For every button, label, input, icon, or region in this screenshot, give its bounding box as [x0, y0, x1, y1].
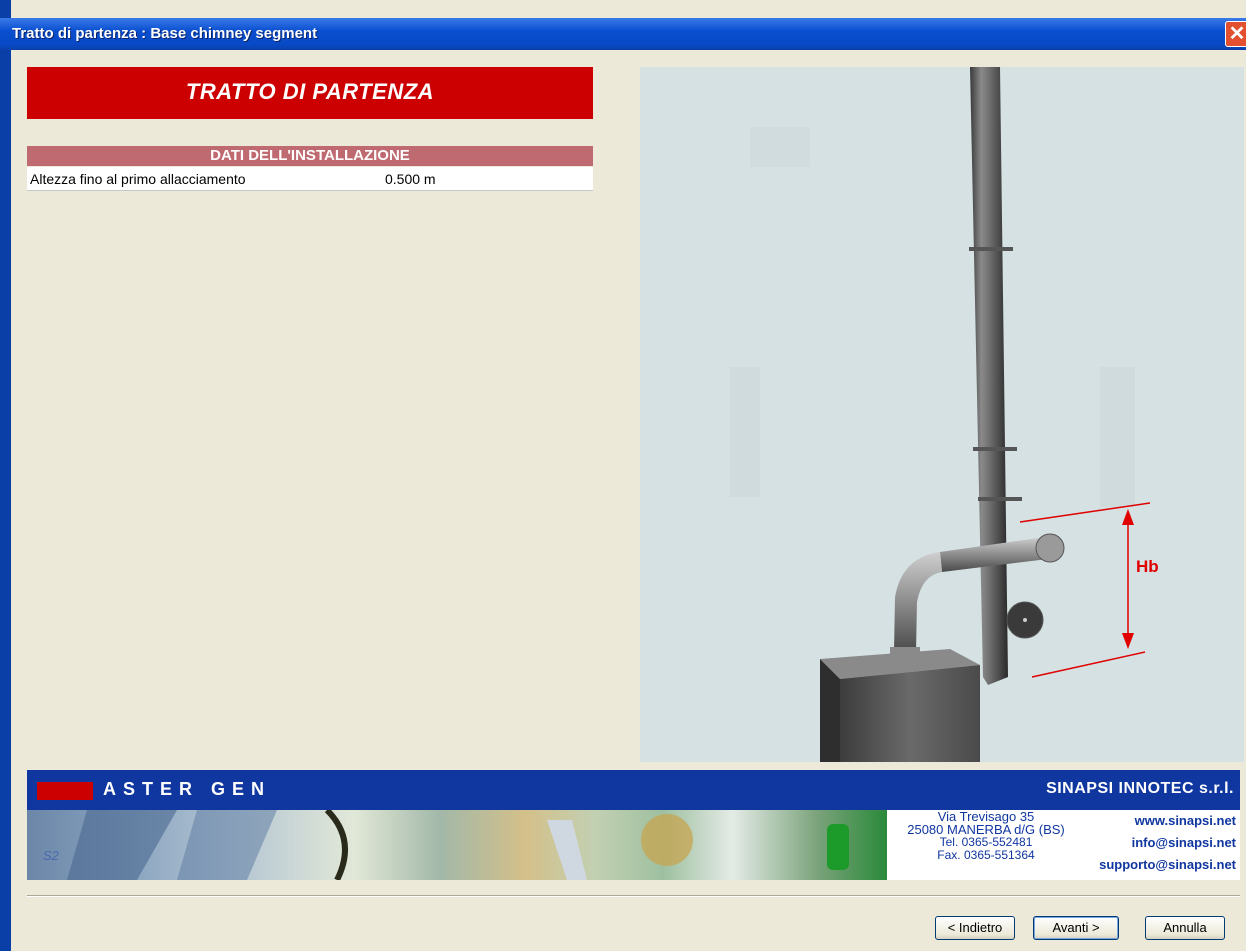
tree-branch — [324, 810, 348, 880]
pipe-joint — [978, 497, 1022, 501]
website-link[interactable]: www.sinapsi.net — [1066, 810, 1236, 832]
dimension-arrow-down — [1122, 633, 1134, 649]
info-email-link[interactable]: info@sinapsi.net — [1066, 832, 1236, 854]
inspection-cap-center — [1023, 618, 1027, 622]
chimney-pipe — [970, 67, 1008, 685]
boiler-front — [840, 665, 980, 762]
wall-shape — [1100, 367, 1135, 507]
elbow-pipe — [894, 552, 942, 652]
address-fax: Fax. 0365-551364 — [937, 848, 1035, 862]
height-field[interactable] — [385, 170, 585, 188]
company-banner: ASTER GEN SINAPSI INNOTEC s.r.l. S2 Via … — [27, 770, 1240, 880]
step-banner: TRATTO DI PARTENZA — [27, 67, 593, 119]
company-name: SINAPSI INNOTEC s.r.l. — [1046, 780, 1234, 797]
company-contacts: www.sinapsi.net info@sinapsi.net support… — [1066, 810, 1236, 880]
next-button[interactable]: Avanti > — [1033, 916, 1119, 940]
wall-shape — [750, 127, 810, 167]
back-button[interactable]: < Indietro — [935, 916, 1015, 940]
window-left-border — [0, 0, 11, 951]
cancel-button[interactable]: Annulla — [1145, 916, 1225, 940]
button-separator — [27, 895, 1240, 897]
data-row: Altezza fino al primo allacciamento — [27, 167, 593, 191]
support-email-link[interactable]: supporto@sinapsi.net — [1066, 854, 1236, 876]
water-jet — [547, 820, 587, 880]
company-banner-bar: ASTER GEN SINAPSI INNOTEC s.r.l. — [27, 770, 1240, 810]
green-cylinder — [827, 824, 849, 870]
pipe-joint — [973, 447, 1017, 451]
collage-tag: S2 — [43, 848, 60, 863]
section-header-label: DATI DELL'INSTALLAZIONE — [210, 147, 410, 164]
wall-shape — [730, 367, 760, 497]
gauge-dial — [641, 814, 693, 866]
window-title: Tratto di partenza : Base chimney segmen… — [12, 25, 318, 42]
dimension-label: Hb — [1136, 557, 1159, 576]
height-field-label: Altezza fino al primo allacciamento — [30, 171, 246, 187]
banner-photo-collage: S2 — [27, 810, 887, 880]
dimension-arrow-up — [1122, 509, 1134, 525]
chimney-preview-image: Hb — [640, 67, 1244, 762]
section-header: DATI DELL'INSTALLAZIONE — [27, 146, 593, 166]
step-title: TRATTO DI PARTENZA — [185, 79, 435, 104]
dimension-line-bottom — [1031, 651, 1146, 678]
brand-logo-block — [37, 782, 93, 800]
close-icon[interactable]: ✕ — [1225, 21, 1246, 47]
company-address: Via Trevisago 35 25080 MANERBA d/G (BS) … — [891, 810, 1081, 880]
pipe-joint — [969, 247, 1013, 251]
title-bar[interactable]: Tratto di partenza : Base chimney segmen… — [0, 18, 1246, 50]
solar-panel-shape — [177, 810, 277, 880]
collage-shapes: S2 — [43, 810, 849, 880]
window-frame: Tratto di partenza : Base chimney segmen… — [0, 0, 1246, 951]
product-name: ASTER GEN — [103, 779, 272, 799]
pipe-end-cap — [1035, 533, 1065, 563]
chimney-illustration: Hb — [730, 67, 1159, 762]
solar-panel-shape — [67, 810, 177, 880]
